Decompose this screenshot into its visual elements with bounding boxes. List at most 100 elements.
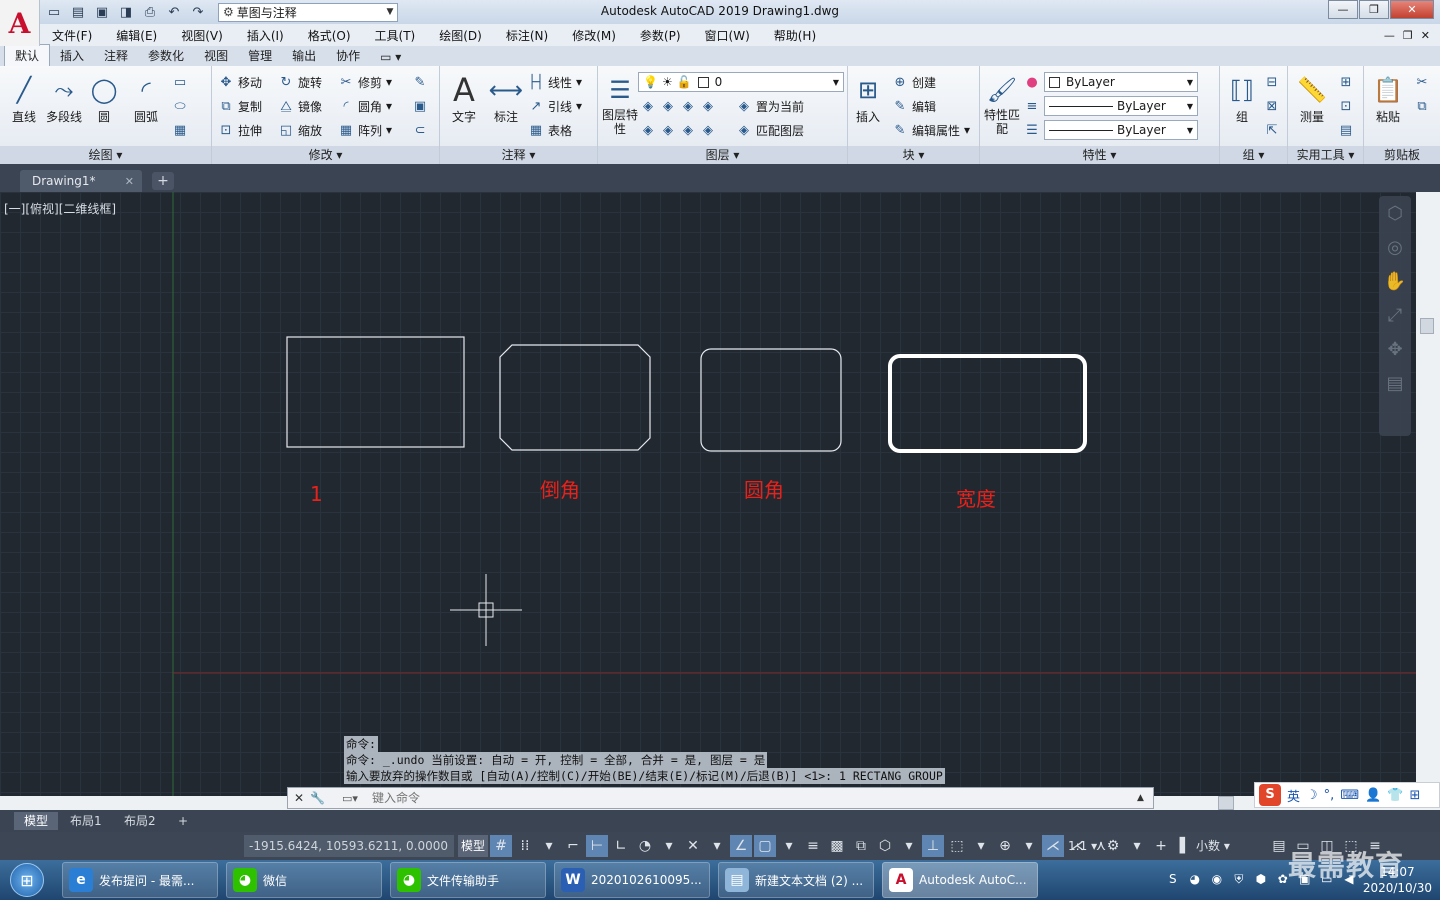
snap-icon[interactable]: ⁞⁞ (514, 835, 536, 857)
chevron-down-icon[interactable]: ▾ (1126, 835, 1148, 857)
paste-button[interactable]: 📋 粘贴 (1368, 72, 1408, 125)
properties-panel-title[interactable]: 特性 ▾ (980, 146, 1219, 164)
layer-properties-button[interactable]: ☰ 图层特性 (600, 72, 640, 136)
chevron-up-icon[interactable]: ▲ (1137, 793, 1153, 803)
object-snap-icon[interactable]: ▢ (754, 835, 776, 857)
copy-clip-button[interactable]: ⧉ (1414, 96, 1430, 116)
annotation-panel-title[interactable]: 注释 ▾ (440, 146, 597, 164)
measure-button[interactable]: 📏 测量 (1292, 72, 1332, 125)
array-button[interactable]: ▦ 阵列 ▾ (338, 120, 392, 140)
tab-output[interactable]: 输出 (282, 45, 326, 66)
select-all-button[interactable]: ⊡ (1338, 96, 1354, 116)
annotation-scale[interactable]: 1:1 ▾ (1068, 835, 1097, 857)
shirt-icon[interactable]: 👕 (1387, 788, 1403, 803)
dimension-button[interactable]: ⟷ 标注 (486, 72, 526, 125)
vertical-scroll-thumb[interactable] (1420, 318, 1434, 334)
modify-panel-title[interactable]: 修改 ▾ (212, 146, 439, 164)
polar-icon[interactable]: ◔ (634, 835, 656, 857)
erase-button[interactable]: ✎ (412, 72, 428, 92)
rotate-button[interactable]: ↻ 旋转 (278, 72, 322, 92)
showmotion-icon[interactable]: ▤ (1379, 366, 1411, 400)
chevron-down-icon[interactable]: ▾ (706, 835, 728, 857)
polyline-button[interactable]: ⤳ 多段线 (44, 72, 84, 125)
selection-filter-icon[interactable]: ⬚ (946, 835, 968, 857)
gizmo-icon[interactable]: ⊕ (994, 835, 1016, 857)
antivirus-icon[interactable]: ◉ (1209, 872, 1225, 888)
units-select[interactable]: 小数 ▾ (1196, 835, 1266, 857)
mirror-button[interactable]: ⧋ 镜像 (278, 96, 322, 116)
menu-draw[interactable]: 绘图(D) (427, 27, 494, 44)
offset-button[interactable]: ⊂ (412, 120, 428, 140)
minimize-button[interactable]: — (1328, 0, 1358, 19)
menu-format[interactable]: 格式(O) (296, 27, 363, 44)
taskbar-item[interactable]: ◕ 微信 (226, 862, 382, 898)
quick-properties-icon[interactable]: ▤ (1268, 835, 1290, 857)
taskbar-item[interactable]: ◕ 文件传输助手 (390, 862, 546, 898)
model-space-button[interactable]: 模型 (458, 835, 488, 857)
menu-window[interactable]: 窗口(W) (693, 27, 762, 44)
tab-insert[interactable]: 插入 (50, 45, 94, 66)
new-icon[interactable]: ▭ (44, 3, 64, 21)
annotation-visibility-icon[interactable]: ⋌ (1042, 835, 1064, 857)
trim-button[interactable]: ✂ 修剪 ▾ (338, 72, 393, 92)
drawing-canvas[interactable]: [一][俯视][二维线框] 1 倒角 圆角 宽度 (0, 192, 1416, 796)
grid-icon[interactable]: # (490, 835, 512, 857)
ungroup-button[interactable]: ⊟ (1264, 72, 1280, 92)
tab-view[interactable]: 视图 (194, 45, 238, 66)
close-button[interactable]: ✕ (1390, 0, 1434, 19)
sogou-tray-icon[interactable]: S (1165, 872, 1181, 888)
menu-parametric[interactable]: 参数(P) (628, 27, 693, 44)
moon-icon[interactable]: ☽ (1306, 788, 1318, 803)
redo-icon[interactable]: ↷ (188, 3, 208, 21)
match-properties-button[interactable]: 🖌 特性匹配 (982, 72, 1022, 136)
ortho-icon[interactable]: ∟ (610, 835, 632, 857)
user-icon[interactable]: 👤 (1365, 788, 1381, 803)
explode-button[interactable]: ▣ (412, 96, 428, 116)
dynamic-ucs-icon[interactable]: ⊥ (922, 835, 944, 857)
viewport-controls[interactable]: [一][俯视][二维线框] (4, 200, 116, 217)
layers-panel-title[interactable]: 图层 ▾ (598, 146, 847, 164)
block-panel-title[interactable]: 块 ▾ (848, 146, 979, 164)
edit-block-button[interactable]: ✎ 编辑 (892, 96, 936, 116)
tab-parametric[interactable]: 参数化 (138, 45, 194, 66)
tab-model[interactable]: 模型 (14, 812, 59, 830)
restore-button[interactable]: ❐ (1359, 0, 1389, 19)
layer-tools-row2[interactable]: ◈ ◈ ◈ ◈ (640, 120, 716, 140)
linear-button[interactable]: ├┤ 线性 ▾ (528, 72, 582, 92)
plus-icon[interactable]: + (1150, 835, 1172, 857)
tab-home[interactable]: 默认 (4, 44, 51, 66)
new-tab-button[interactable]: + (152, 172, 174, 190)
match-layer-button[interactable]: ◈ 匹配图层 (736, 120, 804, 140)
edit-attribute-button[interactable]: ✎ 编辑属性 ▾ (892, 120, 971, 140)
command-prompt-icon[interactable]: ▭▾ (342, 792, 372, 805)
menu-dimension[interactable]: 标注(N) (494, 27, 560, 44)
steering-wheel-icon[interactable]: ◎ (1379, 230, 1411, 264)
copy-button[interactable]: ⧉ 复制 (218, 96, 262, 116)
scale-button[interactable]: ◱ 缩放 (278, 120, 322, 140)
save-as-icon[interactable]: ◨ (116, 3, 136, 21)
text-button[interactable]: A 文字 (444, 71, 484, 125)
drawing-close-icon[interactable]: ✕ (1421, 29, 1430, 42)
line-button[interactable]: ╱ 直线 (4, 72, 44, 125)
print-icon[interactable]: ⎙ (140, 3, 160, 21)
shield-icon[interactable]: ⛨ (1231, 872, 1247, 888)
group-edit-button[interactable]: ⊠ (1264, 96, 1280, 116)
undo-icon[interactable]: ↶ (164, 3, 184, 21)
tab-collaborate[interactable]: 协作 (326, 45, 370, 66)
box-icon[interactable]: ⬢ (1253, 872, 1269, 888)
utilities-panel-title[interactable]: 实用工具 ▾ (1288, 146, 1363, 164)
calculator-button[interactable]: ▤ (1338, 120, 1354, 140)
create-block-button[interactable]: ⊕ 创建 (892, 72, 936, 92)
coordinate-readout[interactable]: -1915.6424, 10593.6211, 0.0000 (244, 835, 454, 857)
taskbar-item[interactable]: W 2020102610095... (554, 862, 710, 898)
taskbar-item[interactable]: e 发布提问 - 最需... (62, 862, 218, 898)
menu-edit[interactable]: 编辑(E) (104, 27, 169, 44)
punctuation-icon[interactable]: °, (1324, 788, 1335, 803)
close-icon[interactable]: ✕ (294, 791, 304, 805)
pan-icon[interactable]: ✋ (1379, 264, 1411, 298)
circle-button[interactable]: ◯ 圆 (84, 72, 124, 125)
save-icon[interactable]: ▣ (92, 3, 112, 21)
layer-select[interactable]: 💡 ☀ 🔓 0 ▼ (638, 72, 844, 92)
move-button[interactable]: ✥ 移动 (218, 72, 262, 92)
chevron-down-icon[interactable]: ▾ (658, 835, 680, 857)
